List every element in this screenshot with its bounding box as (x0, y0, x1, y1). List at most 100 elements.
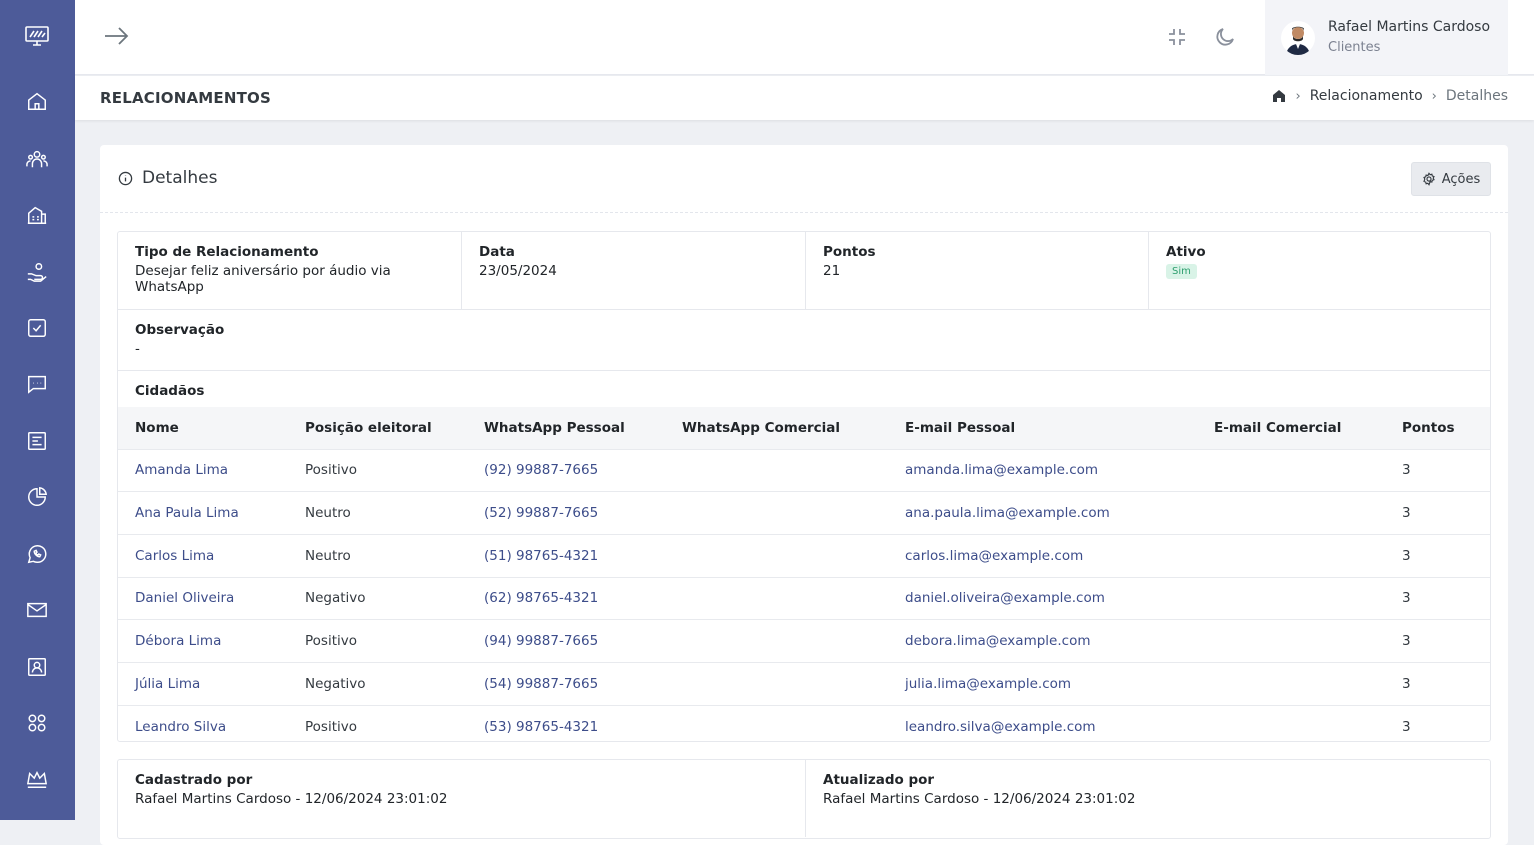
whatsapp-link[interactable]: (52) 99887-7665 (484, 505, 598, 521)
whatsapp-link[interactable]: (54) 99887-7665 (484, 676, 598, 692)
cidadao-link[interactable]: Carlos Lima (135, 548, 214, 564)
user-menu[interactable]: Rafael Martins Cardoso Clientes (1265, 0, 1508, 75)
email-comercial-cell (1197, 576, 1385, 620)
logo-icon[interactable] (25, 26, 49, 46)
actions-button[interactable]: Ações (1411, 162, 1491, 196)
field-pontos: Pontos 21 (805, 232, 1148, 309)
mail-icon[interactable] (26, 599, 48, 621)
email-link[interactable]: debora.lima@example.com (905, 633, 1090, 649)
field-data: Data 23/05/2024 (461, 232, 805, 309)
table-row: Leandro Silva Positivo (53) 98765-4321 lean… (118, 704, 1490, 748)
whatsapp-comercial-cell (665, 491, 888, 535)
breadcrumb-relacionamento[interactable]: Relacionamento (1310, 88, 1423, 104)
pontos-cell: 3 (1385, 661, 1490, 706)
breadcrumb: › Relacionamento › Detalhes (1272, 88, 1508, 104)
whatsapp-comercial-cell (665, 661, 888, 706)
posicao-cell: Negativo (288, 576, 467, 620)
apps-icon[interactable] (26, 712, 48, 734)
email-link[interactable]: amanda.lima@example.com (905, 462, 1098, 478)
chat-icon[interactable] (26, 373, 48, 395)
crown-icon[interactable] (26, 768, 48, 790)
info-icon (118, 171, 133, 186)
field-label: Tipo de Relacionamento (135, 244, 319, 260)
field-label: Ativo (1166, 244, 1206, 260)
cidadao-link[interactable]: Daniel Oliveira (135, 590, 234, 606)
whatsapp-comercial-cell (665, 448, 888, 492)
email-link[interactable]: julia.lima@example.com (905, 676, 1071, 692)
checkbox-icon[interactable] (26, 317, 48, 339)
cidadao-link[interactable]: Ana Paula Lima (135, 505, 239, 521)
chevron-right-icon: › (1295, 88, 1301, 104)
user-name: Rafael Martins Cardoso (1328, 19, 1491, 35)
field-label: Data (479, 244, 515, 260)
column-header[interactable]: E-mail Comercial (1197, 407, 1385, 449)
column-header[interactable]: Pontos (1385, 407, 1490, 449)
collapse-icon[interactable] (1166, 26, 1188, 48)
home-icon[interactable] (26, 90, 48, 112)
cidadaos-table: Nome Posição eleitoral WhatsApp Pessoal … (118, 407, 1490, 748)
table-row: Daniel Oliveira Negativo (62) 98765-4321 da… (118, 576, 1490, 620)
column-header[interactable]: E-mail Pessoal (888, 407, 1197, 449)
field-observacao: Observação - (118, 309, 1490, 370)
building-icon[interactable] (26, 204, 48, 226)
top-bar: Rafael Martins Cardoso Clientes (75, 0, 1534, 75)
audit-box: Cadastrado por Rafael Martins Cardoso - … (117, 759, 1491, 839)
hand-coin-icon[interactable] (26, 261, 48, 283)
posicao-cell: Positivo (288, 704, 467, 748)
card-header: Detalhes Ações (100, 145, 1508, 213)
home-icon[interactable] (1272, 89, 1286, 103)
email-link[interactable]: ana.paula.lima@example.com (905, 505, 1110, 521)
field-tipo: Tipo de Relacionamento Desejar feliz ani… (118, 232, 461, 309)
pontos-cell: 3 (1385, 491, 1490, 535)
field-value: Desejar feliz aniversário por áudio via … (135, 263, 391, 295)
cidadao-link[interactable]: Júlia Lima (135, 676, 200, 692)
posicao-cell: Positivo (288, 448, 467, 492)
whatsapp-link[interactable]: (53) 98765-4321 (484, 719, 598, 735)
email-comercial-cell (1197, 661, 1385, 706)
moon-icon[interactable] (1214, 26, 1236, 48)
email-link[interactable]: daniel.oliveira@example.com (905, 590, 1105, 606)
pontos-cell: 3 (1385, 576, 1490, 620)
email-link[interactable]: leandro.silva@example.com (905, 719, 1096, 735)
whatsapp-link[interactable]: (92) 99887-7665 (484, 462, 598, 478)
whatsapp-icon[interactable] (26, 543, 48, 565)
field-value: - (135, 341, 140, 357)
document-icon[interactable] (26, 430, 48, 452)
whatsapp-comercial-cell (665, 619, 888, 663)
card-title: Detalhes (142, 168, 218, 188)
pie-chart-icon[interactable] (26, 486, 48, 508)
cidadao-link[interactable]: Débora Lima (135, 633, 221, 649)
chevron-right-icon: › (1431, 88, 1437, 104)
field-value: 21 (823, 263, 841, 279)
gear-icon (1422, 172, 1436, 186)
email-link[interactable]: carlos.lima@example.com (905, 548, 1083, 564)
column-header[interactable]: Nome (118, 407, 288, 449)
whatsapp-link[interactable]: (94) 99887-7665 (484, 633, 598, 649)
email-comercial-cell (1197, 619, 1385, 663)
whatsapp-comercial-cell (665, 576, 888, 620)
cidadaos-section: Cidadãos (118, 370, 1490, 399)
contact-card-icon[interactable] (26, 656, 48, 678)
posicao-cell: Positivo (288, 619, 467, 663)
field-label: Observação (135, 322, 225, 338)
table-row: Júlia Lima Negativo (54) 99887-7665 julia.l… (118, 661, 1490, 706)
cidadao-link[interactable]: Leandro Silva (135, 719, 226, 735)
table-row: Ana Paula Lima Neutro (52) 99887-7665 ana.p… (118, 491, 1490, 535)
pontos-cell: 3 (1385, 704, 1490, 748)
page-title: RELACIONAMENTOS (100, 89, 271, 107)
column-header[interactable]: Posição eleitoral (288, 407, 467, 449)
whatsapp-link[interactable]: (62) 98765-4321 (484, 590, 598, 606)
cidadao-link[interactable]: Amanda Lima (135, 462, 228, 478)
people-icon[interactable] (26, 148, 48, 170)
column-header[interactable]: WhatsApp Comercial (665, 407, 888, 449)
arrow-right-icon[interactable] (103, 24, 129, 48)
table-row: Débora Lima Positivo (94) 99887-7665 debora… (118, 619, 1490, 663)
field-value: Rafael Martins Cardoso - 12/06/2024 23:0… (135, 791, 448, 807)
field-atualizado: Atualizado por Rafael Martins Cardoso - … (805, 760, 1490, 837)
info-box: Tipo de Relacionamento Desejar feliz ani… (117, 231, 1491, 748)
whatsapp-link[interactable]: (51) 98765-4321 (484, 548, 598, 564)
field-label: Atualizado por (823, 772, 935, 788)
email-comercial-cell (1197, 491, 1385, 535)
field-ativo: Ativo Sim (1148, 232, 1490, 309)
column-header[interactable]: WhatsApp Pessoal (467, 407, 665, 449)
